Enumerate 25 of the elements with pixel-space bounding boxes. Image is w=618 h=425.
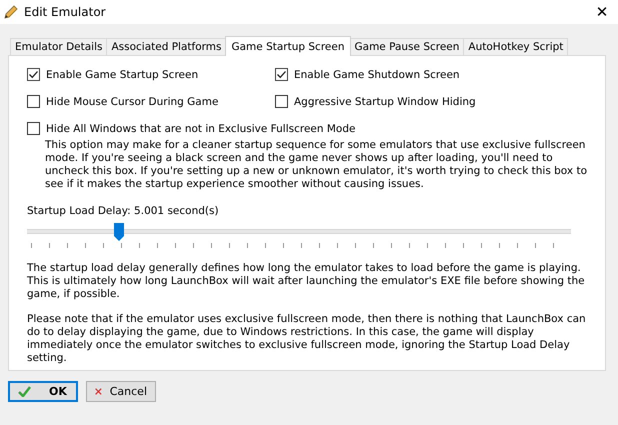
cancel-button[interactable]: Cancel [86, 381, 156, 402]
checkbox-label[interactable]: Hide Mouse Cursor During Game [46, 96, 218, 108]
tab[interactable]: Game Startup Screen [225, 36, 350, 56]
help-text: The startup load delay generally defines how long the emulator takes to load before the game is playing. This is ultimately how long LaunchBox will wait after launching the emulator's EXE file before showing the game, if possible. [27, 262, 586, 301]
checkbox-label[interactable]: Aggressive Startup Window Hiding [294, 96, 476, 108]
option-description: This option may make for a cleaner startup sequence for some emulators that use exclusive fullscreen mode. If you're seeing a black screen and the game never shows up after loading, you'll need to uncheck this box. If you're setting up a new or unknown emulator, it's worth trying to check this box to see if it makes the startup experience smoother without causing issues. [45, 139, 588, 191]
checkbox[interactable] [27, 95, 40, 108]
window-title: Edit Emulator [24, 5, 107, 19]
help-text: Please note that if the emulator uses exclusive fullscreen mode, then there is nothing that LaunchBox can do to delay displaying the game, due to Windows restrictions. In this case, the game will display immediately once the emulator switches to exclusive fullscreen mode, ignoring the Startup Load Delay setting. [27, 313, 587, 365]
checkmark-icon [18, 386, 31, 397]
checkbox-label[interactable]: Enable Game Shutdown Screen [294, 68, 460, 80]
pencil-icon [4, 5, 18, 19]
delay-label: Startup Load Delay: 5.001 second(s) [27, 205, 220, 217]
checkbox[interactable] [27, 122, 40, 135]
slider-thumb[interactable] [114, 223, 124, 241]
checkbox[interactable] [275, 68, 288, 81]
checkbox-label[interactable]: Hide All Windows that are not in Exclusive Fullscreen Mode [46, 122, 356, 134]
checkbox[interactable] [27, 68, 40, 81]
cross-icon [95, 386, 102, 397]
tab[interactable]: AutoHotkey Script [463, 38, 568, 55]
close-button[interactable]: ✕ [586, 3, 618, 21]
ok-button[interactable]: OK [8, 381, 78, 402]
checkbox-label[interactable]: Enable Game Startup Screen [46, 68, 198, 80]
checkbox[interactable] [275, 95, 288, 108]
tab[interactable]: Emulator Details [10, 38, 108, 55]
